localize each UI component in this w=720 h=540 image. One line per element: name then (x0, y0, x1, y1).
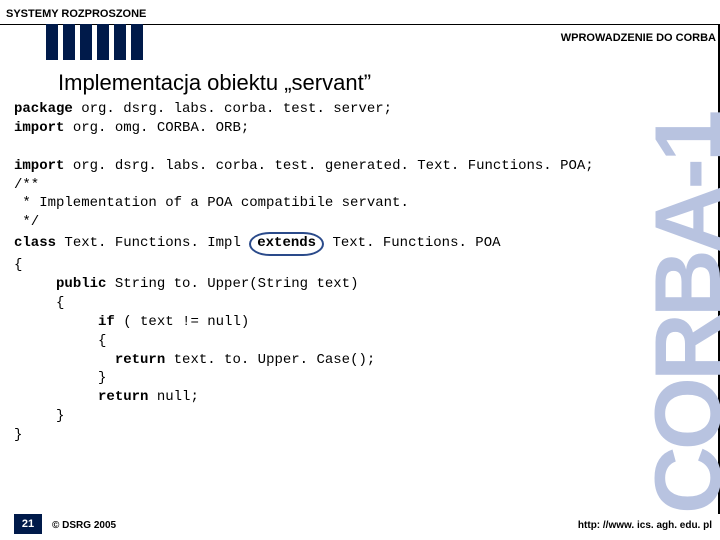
brace-close: } (14, 427, 22, 443)
import-line-2: org. dsrg. labs. corba. test. generated.… (64, 158, 593, 174)
code-listing: package org. dsrg. labs. corba. test. se… (14, 100, 594, 445)
brace-open: { (98, 333, 106, 349)
footer-url: http: //www. ics. agh. edu. pl (578, 520, 712, 531)
comment-close: */ (14, 214, 39, 230)
keyword-class: class (14, 235, 56, 251)
brace-close: } (98, 370, 106, 386)
keyword-import: import (14, 120, 64, 136)
class-name: Text. Functions. Impl (56, 235, 249, 251)
brace-close: } (56, 408, 64, 424)
keyword-return: return (115, 352, 165, 368)
highlight-extends: extends (249, 232, 324, 256)
page-number: 21 (14, 514, 42, 534)
section-subtitle: WPROWADZENIE DO CORBA (561, 32, 716, 44)
extends-name: Text. Functions. POA (324, 235, 500, 251)
watermark-text: CORBA-1 (646, 44, 720, 514)
keyword-if: if (98, 314, 115, 330)
brace-open: { (14, 257, 22, 273)
copyright-text: © DSRG 2005 (52, 520, 116, 531)
return-value-1: text. to. Upper. Case(); (165, 352, 375, 368)
course-title: SYSTEMY ROZPROSZONE (6, 8, 146, 20)
if-condition: ( text != null) (115, 314, 249, 330)
package-line: org. dsrg. labs. corba. test. server; (73, 101, 392, 117)
brace-open: { (56, 295, 64, 311)
decorative-bars (46, 24, 143, 60)
slide-title: Implementacja obiektu „servant” (58, 70, 371, 96)
comment-open: /** (14, 177, 39, 193)
import-line-1: org. omg. CORBA. ORB; (64, 120, 249, 136)
method-signature: String to. Upper(String text) (106, 276, 358, 292)
keyword-return: return (98, 389, 148, 405)
comment-body: * Implementation of a POA compatibile se… (14, 195, 409, 211)
slide-footer: 21 © DSRG 2005 http: //www. ics. agh. ed… (0, 514, 720, 540)
keyword-package: package (14, 101, 73, 117)
slide-header: SYSTEMY ROZPROSZONE WPROWADZENIE DO CORB… (0, 0, 720, 58)
keyword-public: public (56, 276, 106, 292)
return-value-2: null; (148, 389, 198, 405)
keyword-import: import (14, 158, 64, 174)
keyword-extends: extends (257, 235, 316, 251)
